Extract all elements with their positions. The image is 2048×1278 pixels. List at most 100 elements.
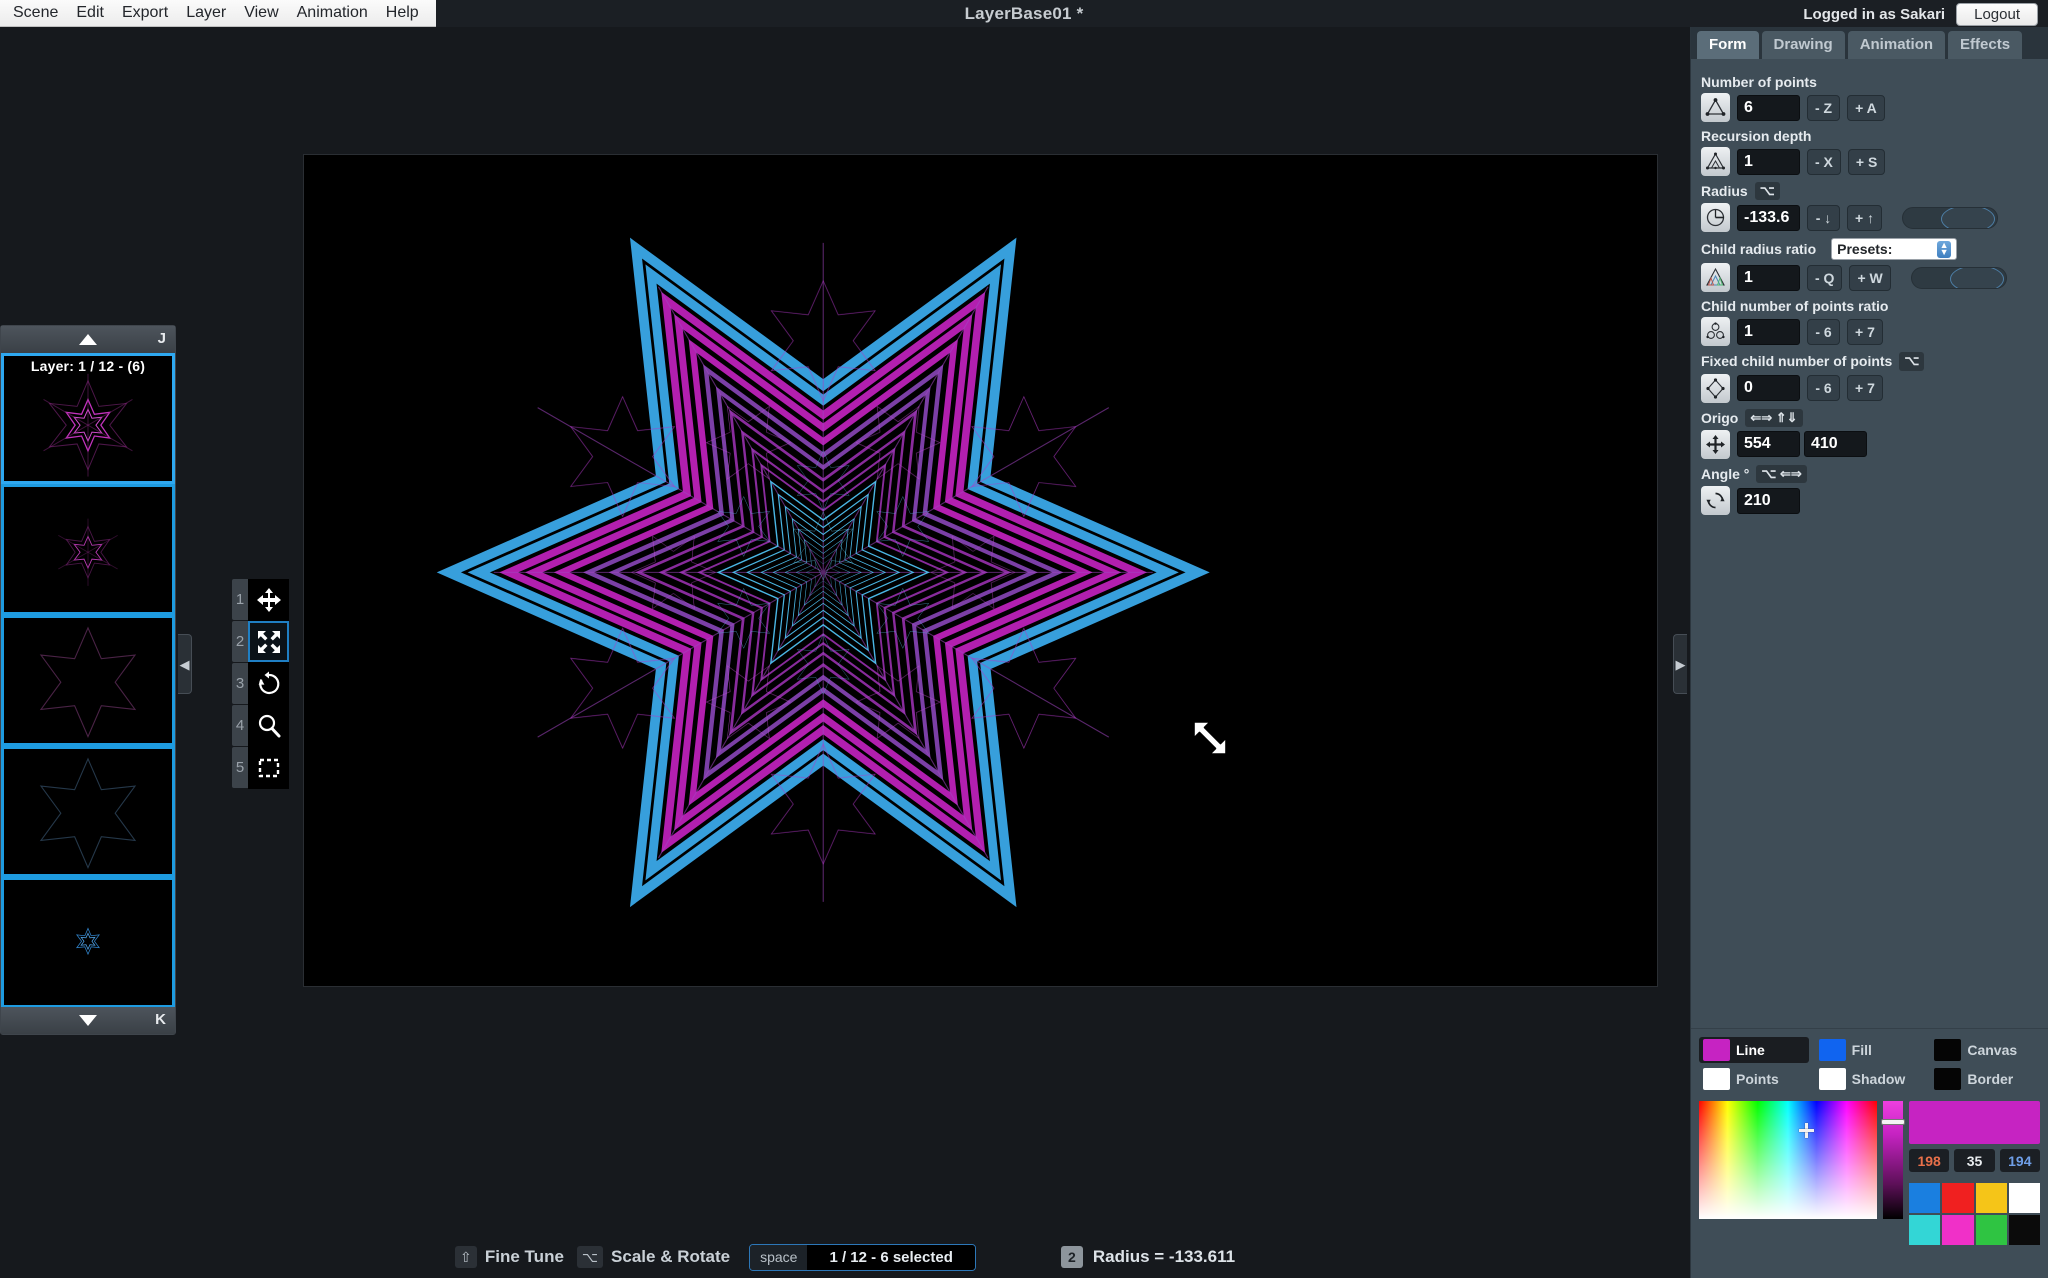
- menu-item-view[interactable]: View: [235, 2, 287, 24]
- number-of-points-increment[interactable]: + A: [1847, 94, 1885, 121]
- palette-swatch-green[interactable]: [1975, 1215, 2007, 1245]
- move-tool-button[interactable]: [248, 579, 289, 620]
- angle-input[interactable]: [1737, 487, 1800, 514]
- radius-decrement[interactable]: - ↓: [1807, 204, 1840, 231]
- rotate-tool-button[interactable]: [248, 663, 289, 704]
- menu-item-help[interactable]: Help: [377, 2, 428, 24]
- zoom-tool-button[interactable]: [248, 705, 289, 746]
- list-item[interactable]: Layer: 1 / 12 - (6): [1, 353, 175, 484]
- recursive-triangle-icon[interactable]: [1701, 147, 1730, 176]
- menu-item-layer[interactable]: Layer: [177, 2, 235, 24]
- magnifier-icon: [258, 714, 280, 737]
- swatch-points[interactable]: Points: [1699, 1066, 1809, 1092]
- radius-dial-icon[interactable]: [1701, 203, 1730, 233]
- recursion-depth-increment[interactable]: + S: [1847, 148, 1886, 175]
- rgb-blue-value[interactable]: 194: [1999, 1149, 2040, 1172]
- menu-item-export[interactable]: Export: [113, 2, 177, 24]
- layer-list[interactable]: Layer: 1 / 12 - (6): [1, 353, 175, 1007]
- fixed-child-points-decrement[interactable]: - 6: [1807, 375, 1840, 401]
- child-radius-ratio-increment[interactable]: + W: [1849, 264, 1891, 291]
- rgb-values-row: 198 35 194: [1909, 1149, 2040, 1172]
- current-color-group: 198 35 194: [1909, 1101, 2040, 1245]
- right-panel-collapse-handle[interactable]: ▶: [1673, 634, 1687, 694]
- child-points-ratio-input[interactable]: [1737, 318, 1800, 345]
- layer-scroll-down-button[interactable]: K: [1, 1007, 175, 1034]
- layer-panel-collapse-handle[interactable]: ◀: [178, 634, 192, 694]
- application-window: Scene Edit Export Layer View Animation H…: [0, 0, 2048, 1278]
- radius-input[interactable]: [1737, 204, 1800, 231]
- radius-slider[interactable]: [1902, 206, 1999, 229]
- chevron-right-icon: ▶: [1675, 656, 1686, 672]
- list-item[interactable]: [1, 484, 175, 615]
- triangle-points-icon[interactable]: [1701, 93, 1730, 122]
- layer-scroll-up-button[interactable]: J: [1, 326, 175, 353]
- menu-item-animation[interactable]: Animation: [288, 2, 377, 24]
- origo-x-input[interactable]: [1737, 431, 1800, 458]
- hue-saturation-picker[interactable]: [1699, 1101, 1877, 1219]
- panel-tabs: Form Drawing Animation Effects: [1691, 27, 2048, 59]
- child-radius-ratio-decrement[interactable]: - Q: [1807, 264, 1843, 291]
- angle-rotate-icon[interactable]: [1701, 486, 1730, 515]
- child-points-ratio-decrement[interactable]: - 6: [1807, 318, 1840, 345]
- chevron-left-icon: ◀: [179, 656, 190, 672]
- fixed-child-points-label: Fixed child number of points: [1701, 353, 1893, 370]
- layer-thumbnail-1: [43, 373, 133, 477]
- palette-swatch-yellow[interactable]: [1975, 1183, 2007, 1213]
- fixed-child-points-icon[interactable]: [1701, 373, 1730, 403]
- menu-item-edit[interactable]: Edit: [67, 2, 113, 24]
- origo-arrows-badge: ⇐⇒ ⇑⇓: [1745, 408, 1803, 427]
- presets-dropdown[interactable]: Presets: ▲ ▼: [1831, 238, 1958, 261]
- recursion-depth-decrement[interactable]: - X: [1807, 148, 1841, 175]
- palette-swatch-cyan[interactable]: [1909, 1215, 1941, 1245]
- origo-move-icon[interactable]: [1701, 429, 1730, 459]
- child-points-ratio-increment[interactable]: + 7: [1847, 318, 1883, 345]
- list-item[interactable]: [1, 615, 175, 746]
- swatch-shadow[interactable]: Shadow: [1815, 1066, 1925, 1092]
- list-item[interactable]: [1, 877, 175, 1007]
- tab-form[interactable]: Form: [1697, 31, 1759, 59]
- rgb-red-value[interactable]: 198: [1909, 1149, 1950, 1172]
- brightness-slider[interactable]: [1881, 1101, 1905, 1219]
- palette-swatch-blue[interactable]: [1909, 1183, 1941, 1213]
- palette-swatch-black[interactable]: [2008, 1215, 2040, 1245]
- menu-items-group: Scene Edit Export Layer View Animation H…: [0, 0, 436, 27]
- fixed-child-points-input[interactable]: [1737, 375, 1800, 401]
- fixed-child-points-label-row: Fixed child number of points ⌥: [1701, 352, 2038, 371]
- palette-swatch-magenta[interactable]: [1942, 1215, 1974, 1245]
- number-of-points-decrement[interactable]: - Z: [1807, 94, 1841, 121]
- swatch-border[interactable]: Border: [1930, 1066, 2040, 1092]
- menu-item-scene[interactable]: Scene: [4, 2, 67, 24]
- swatch-fill[interactable]: Fill: [1815, 1037, 1925, 1063]
- child-points-icon[interactable]: [1701, 317, 1730, 347]
- fixed-child-points-increment[interactable]: + 7: [1847, 375, 1883, 401]
- tab-effects[interactable]: Effects: [1948, 31, 2023, 59]
- rotate-icon: [258, 671, 279, 694]
- list-item[interactable]: [1, 746, 175, 877]
- tool-number-3: 3: [232, 663, 248, 704]
- swatch-line[interactable]: Line: [1699, 1037, 1809, 1063]
- swatch-points-label: Points: [1736, 1071, 1779, 1087]
- origo-label: Origo: [1701, 409, 1739, 426]
- swatch-fill-color: [1818, 1039, 1846, 1061]
- origo-y-input[interactable]: [1804, 431, 1867, 458]
- brightness-slider-handle[interactable]: [1881, 1119, 1905, 1125]
- canvas[interactable]: [303, 154, 1658, 987]
- radius-increment[interactable]: + ↑: [1847, 204, 1883, 231]
- rgb-green-value[interactable]: 35: [1954, 1149, 1995, 1172]
- palette-swatch-white[interactable]: [2008, 1183, 2040, 1213]
- number-of-points-input[interactable]: [1737, 94, 1800, 121]
- marquee-select-tool-button[interactable]: [248, 747, 289, 788]
- tab-animation[interactable]: Animation: [1847, 31, 1946, 59]
- palette-swatch-red[interactable]: [1942, 1183, 1974, 1213]
- radius-label-row: Radius ⌥: [1701, 182, 2038, 201]
- tab-drawing[interactable]: Drawing: [1761, 31, 1845, 59]
- selection-status[interactable]: space 1 / 12 - 6 selected: [749, 1243, 976, 1271]
- logout-button[interactable]: Logout: [1956, 3, 2038, 26]
- child-radius-ratio-input[interactable]: [1737, 264, 1800, 291]
- child-radius-ratio-slider[interactable]: [1910, 266, 2007, 289]
- scale-tool-button[interactable]: [248, 621, 289, 662]
- logged-in-label: Logged in as Sakari: [1803, 6, 1946, 23]
- swatch-canvas[interactable]: Canvas: [1930, 1037, 2040, 1063]
- child-radius-icon[interactable]: [1701, 263, 1730, 293]
- recursion-depth-input[interactable]: [1737, 148, 1800, 175]
